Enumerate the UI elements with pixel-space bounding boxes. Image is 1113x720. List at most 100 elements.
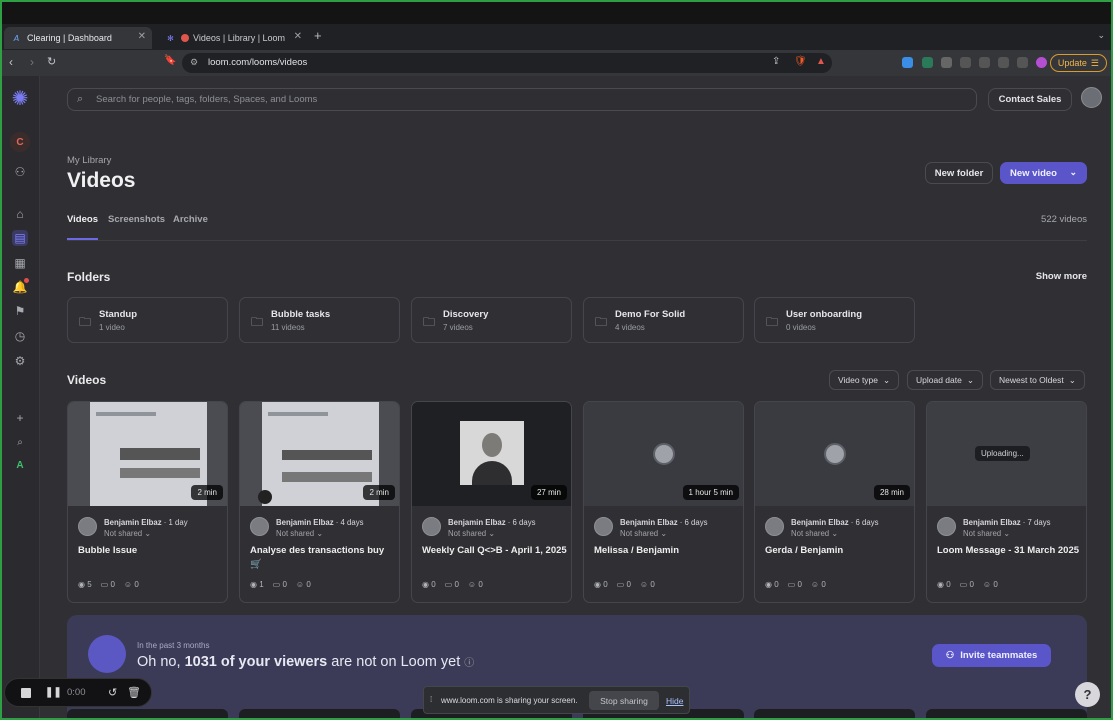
vpn-icon[interactable]: [1017, 57, 1028, 68]
video-thumbnail[interactable]: 2 min: [68, 402, 227, 506]
show-more-button[interactable]: Show more: [1036, 271, 1087, 282]
bookmark-icon[interactable]: 🔖: [164, 55, 176, 66]
search-input[interactable]: ⌕ Search for people, tags, folders, Spac…: [67, 88, 977, 111]
reactions-stat: ☺ 0: [640, 580, 655, 589]
library-icon[interactable]: ▤: [12, 230, 28, 246]
extensions-puzzle-icon[interactable]: [941, 57, 952, 68]
search-icon[interactable]: ⌕: [12, 434, 28, 450]
drag-handle-icon[interactable]: ⁞: [430, 695, 432, 704]
bookmarks-icon[interactable]: ⚑: [12, 303, 28, 319]
invite-teammates-button[interactable]: ⚇ Invite teammates: [932, 644, 1051, 667]
wallet-icon[interactable]: [979, 57, 990, 68]
folder-card[interactable]: 🗀 Bubble tasks 11 videos: [239, 297, 400, 343]
contact-sales-button[interactable]: Contact Sales: [988, 88, 1072, 111]
leo-icon[interactable]: [998, 57, 1009, 68]
brave-rewards-icon[interactable]: ▲: [816, 56, 826, 67]
video-title[interactable]: Bubble Issue: [78, 544, 223, 558]
folder-card[interactable]: 🗀 User onboarding 0 videos: [754, 297, 915, 343]
notifications-icon[interactable]: 🔔: [12, 278, 29, 295]
user-avatar[interactable]: [1081, 87, 1102, 108]
tab-archive[interactable]: Archive: [173, 214, 208, 225]
sidebar-icon[interactable]: [960, 57, 971, 68]
share-status[interactable]: Not shared ⌄: [791, 529, 838, 538]
share-status[interactable]: Not shared ⌄: [620, 529, 667, 538]
home-icon[interactable]: ⌂: [12, 206, 28, 222]
reactions-stat: ☺ 0: [983, 580, 998, 589]
duration-badge: 2 min: [363, 485, 395, 500]
browser-tab-clearing[interactable]: 𝘈 Clearing | Dashboard ✕: [4, 27, 152, 49]
extension-icon[interactable]: [922, 57, 933, 68]
video-thumbnail[interactable]: [239, 709, 400, 720]
pause-icon[interactable]: ❚❚: [45, 687, 62, 698]
video-thumbnail[interactable]: [754, 709, 915, 720]
new-video-button[interactable]: New video ⌄: [1000, 162, 1087, 184]
video-title[interactable]: Weekly Call Q<>B - April 1, 2025: [422, 544, 567, 558]
workspace-avatar[interactable]: C: [10, 132, 30, 152]
video-thumbnail[interactable]: [67, 709, 228, 720]
thumbnail-detail: [282, 450, 372, 460]
tab-screenshots[interactable]: Screenshots: [108, 214, 165, 225]
video-type-filter[interactable]: Video type ⌄: [829, 370, 900, 390]
trash-icon[interactable]: 🗑: [127, 686, 141, 699]
stop-sharing-button[interactable]: Stop sharing: [589, 691, 659, 710]
app-shortcut-icon[interactable]: A: [12, 457, 28, 473]
restart-icon[interactable]: ↺: [108, 686, 117, 699]
video-thumbnail[interactable]: [926, 709, 1087, 720]
video-title[interactable]: Loom Message - 31 March 2025: [937, 544, 1082, 558]
share-status[interactable]: Not shared ⌄: [963, 529, 1010, 538]
new-tab-icon[interactable]: +: [314, 28, 322, 43]
video-card[interactable]: 2 min Benjamin Elbaz · 1 day Not shared …: [67, 401, 228, 603]
folder-card[interactable]: 🗀 Demo For Solid 4 videos: [583, 297, 744, 343]
history-icon[interactable]: ◷: [12, 328, 28, 344]
browser-tab-loom[interactable]: ✻ Videos | Library | Loom ✕: [158, 27, 308, 49]
share-icon[interactable]: ⇪: [772, 56, 780, 67]
extension-icon[interactable]: [902, 57, 913, 68]
upload-date-filter[interactable]: Upload date ⌄: [907, 370, 983, 390]
add-icon[interactable]: +: [12, 410, 28, 426]
video-title[interactable]: Analyse des transactions buy 🛒: [250, 544, 395, 572]
share-status[interactable]: Not shared ⌄: [448, 529, 495, 538]
settings-icon[interactable]: ⚙: [12, 353, 28, 369]
update-button[interactable]: Update ☰: [1049, 54, 1107, 72]
video-title[interactable]: Gerda / Benjamin: [765, 544, 910, 558]
back-icon[interactable]: ‹: [9, 55, 13, 69]
video-thumbnail[interactable]: Uploading...: [927, 402, 1086, 506]
close-tab-icon[interactable]: ✕: [138, 31, 146, 42]
help-button[interactable]: ?: [1075, 682, 1100, 707]
folder-card[interactable]: 🗀 Discovery 7 videos: [411, 297, 572, 343]
sort-filter[interactable]: Newest to Oldest ⌄: [990, 370, 1085, 390]
stop-recording-button[interactable]: [21, 688, 31, 698]
video-card[interactable]: 27 min Benjamin Elbaz · 6 days Not share…: [411, 401, 572, 603]
add-user-icon[interactable]: ⚇: [12, 164, 28, 180]
video-card[interactable]: 2 min Benjamin Elbaz · 4 days Not shared…: [239, 401, 400, 603]
forward-icon[interactable]: ›: [30, 55, 34, 69]
tab-videos[interactable]: Videos: [67, 214, 98, 225]
hide-link[interactable]: Hide: [666, 696, 683, 706]
share-status[interactable]: Not shared ⌄: [104, 529, 151, 538]
video-thumbnail[interactable]: 28 min: [755, 402, 914, 506]
reactions-count: 0: [306, 580, 311, 589]
video-card[interactable]: Uploading... Benjamin Elbaz · 7 days Not…: [926, 401, 1087, 603]
video-card[interactable]: 1 hour 5 min Benjamin Elbaz · 6 days Not…: [583, 401, 744, 603]
video-title[interactable]: Melissa / Benjamin: [594, 544, 739, 558]
video-card[interactable]: 28 min Benjamin Elbaz · 6 days Not share…: [754, 401, 915, 603]
profile-icon[interactable]: [1036, 57, 1047, 68]
calendar-icon[interactable]: ▦: [12, 255, 28, 271]
tab-search-chevron-icon[interactable]: ⌄: [1097, 30, 1105, 41]
reactions-count: 0: [134, 580, 139, 589]
loom-logo-icon[interactable]: ✺: [10, 89, 30, 109]
site-settings-icon[interactable]: ⚙: [190, 57, 198, 68]
reload-icon[interactable]: ↻: [47, 55, 56, 68]
close-tab-icon[interactable]: ✕: [294, 31, 302, 42]
video-thumbnail[interactable]: 2 min: [240, 402, 399, 506]
new-folder-button[interactable]: New folder: [925, 162, 993, 184]
breadcrumb[interactable]: My Library: [67, 155, 111, 166]
video-thumbnail[interactable]: 1 hour 5 min: [584, 402, 743, 506]
url-field[interactable]: ⚙ loom.com/looms/videos ⇪ 🛡 ▲: [182, 53, 832, 73]
share-status[interactable]: Not shared ⌄: [276, 529, 323, 538]
brave-shield-icon[interactable]: 🛡: [794, 56, 807, 67]
info-icon[interactable]: ⓘ: [464, 658, 474, 669]
folder-icon: 🗀: [595, 315, 608, 329]
folder-card[interactable]: 🗀 Standup 1 video: [67, 297, 228, 343]
video-thumbnail[interactable]: 27 min: [412, 402, 571, 506]
